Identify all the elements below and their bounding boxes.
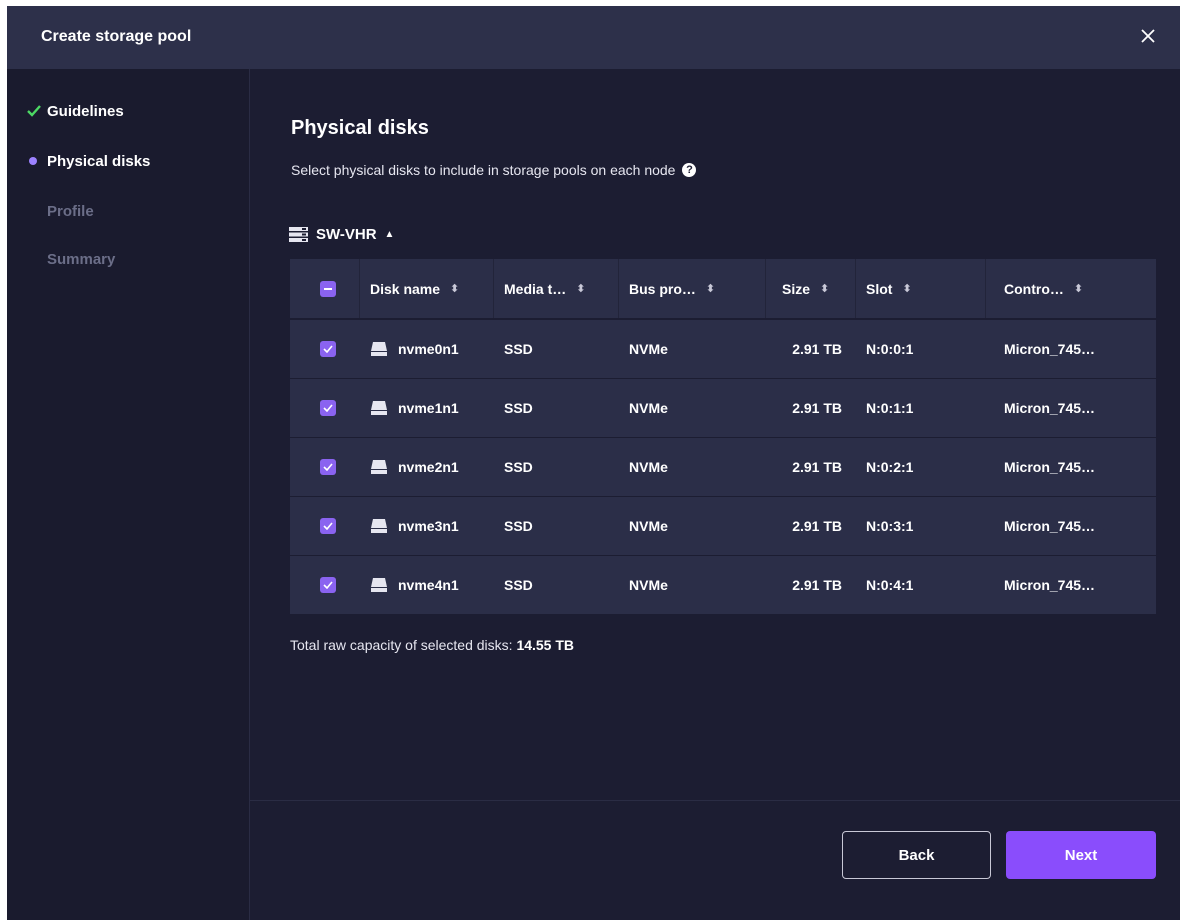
back-button[interactable]: Back bbox=[842, 831, 991, 879]
disk-name: nvme4n1 bbox=[398, 577, 459, 593]
disk-slot: N:0:2:1 bbox=[866, 459, 914, 475]
row-checkbox[interactable] bbox=[320, 518, 336, 534]
media-type: SSD bbox=[504, 341, 533, 357]
close-icon bbox=[1141, 29, 1155, 43]
dialog-header: Create storage pool bbox=[7, 6, 1180, 69]
disk-controller: Micron_745… bbox=[1004, 518, 1096, 534]
step-profile: Profile bbox=[47, 201, 94, 221]
disk-icon bbox=[371, 342, 387, 356]
disk-controller: Micron_745… bbox=[1004, 341, 1096, 357]
select-all-checkbox-cell bbox=[290, 259, 360, 318]
table-row[interactable]: nvme4n1 SSD NVMe 2.91 TB N:0:4:1 Micron_… bbox=[290, 555, 1156, 614]
table-row[interactable]: nvme0n1 SSD NVMe 2.91 TB N:0:0:1 Micron_… bbox=[290, 319, 1156, 378]
total-capacity-label: Total raw capacity of selected disks: bbox=[290, 637, 513, 653]
disk-icon bbox=[371, 401, 387, 415]
disk-slot: N:0:3:1 bbox=[866, 518, 914, 534]
create-storage-pool-dialog: Create storage pool Guidelines Physical … bbox=[7, 6, 1180, 920]
caret-up-icon: ▲ bbox=[384, 228, 395, 240]
disk-icon bbox=[371, 460, 387, 474]
column-size[interactable]: Size ⬍ bbox=[766, 259, 856, 318]
disk-slot: N:0:1:1 bbox=[866, 400, 914, 416]
sort-icon: ⬍ bbox=[902, 283, 912, 295]
bus-protocol: NVMe bbox=[629, 341, 668, 357]
disk-size: 2.91 TB bbox=[792, 518, 842, 534]
disk-size: 2.91 TB bbox=[792, 400, 842, 416]
column-slot[interactable]: Slot ⬍ bbox=[856, 259, 986, 318]
sort-icon: ⬍ bbox=[820, 283, 830, 295]
sort-icon: ⬍ bbox=[576, 283, 586, 295]
table-row[interactable]: nvme3n1 SSD NVMe 2.91 TB N:0:3:1 Micron_… bbox=[290, 496, 1156, 555]
step-label: Summary bbox=[47, 250, 116, 268]
subtitle-text: Select physical disks to include in stor… bbox=[291, 162, 676, 178]
main-content: Physical disks Select physical disks to … bbox=[250, 69, 1180, 799]
total-capacity: Total raw capacity of selected disks: 14… bbox=[290, 637, 574, 653]
media-type: SSD bbox=[504, 459, 533, 475]
media-type: SSD bbox=[504, 400, 533, 416]
close-button[interactable] bbox=[1132, 20, 1164, 52]
disk-controller: Micron_745… bbox=[1004, 577, 1096, 593]
sort-icon: ⬍ bbox=[450, 283, 460, 295]
server-icon bbox=[289, 226, 308, 242]
step-label: Guidelines bbox=[47, 102, 124, 120]
sort-icon: ⬍ bbox=[1073, 283, 1084, 295]
page-subtitle: Select physical disks to include in stor… bbox=[291, 162, 697, 178]
disk-icon bbox=[371, 578, 387, 592]
disk-size: 2.91 TB bbox=[792, 341, 842, 357]
step-guidelines[interactable]: Guidelines bbox=[27, 101, 124, 121]
disk-name: nvme2n1 bbox=[398, 459, 459, 475]
row-checkbox[interactable] bbox=[320, 400, 336, 416]
disk-name: nvme1n1 bbox=[398, 400, 459, 416]
disk-slot: N:0:0:1 bbox=[866, 341, 914, 357]
select-all-checkbox[interactable] bbox=[320, 280, 336, 297]
bus-protocol: NVMe bbox=[629, 577, 668, 593]
total-capacity-value: 14.55 TB bbox=[516, 637, 575, 653]
dot-icon bbox=[29, 157, 37, 165]
dialog-footer: Back Next bbox=[250, 800, 1180, 920]
step-summary: Summary bbox=[47, 249, 115, 269]
row-checkbox[interactable] bbox=[320, 459, 336, 475]
row-checkbox[interactable] bbox=[320, 577, 336, 593]
table-row[interactable]: nvme1n1 SSD NVMe 2.91 TB N:0:1:1 Micron_… bbox=[290, 378, 1156, 437]
next-button[interactable]: Next bbox=[1006, 831, 1156, 879]
row-checkbox[interactable] bbox=[320, 341, 336, 357]
page-title: Physical disks bbox=[291, 117, 429, 139]
disk-name: nvme0n1 bbox=[398, 341, 459, 357]
wizard-steps: Guidelines Physical disks Profile Summar… bbox=[7, 69, 250, 920]
media-type: SSD bbox=[504, 518, 533, 534]
media-type: SSD bbox=[504, 577, 533, 593]
disk-size: 2.91 TB bbox=[792, 577, 842, 593]
step-label: Physical disks bbox=[47, 152, 151, 170]
help-icon[interactable]: ? bbox=[682, 163, 697, 177]
column-disk-name[interactable]: Disk name ⬍ bbox=[360, 259, 494, 318]
bus-protocol: NVMe bbox=[629, 400, 668, 416]
table-header: Disk name ⬍ Media t… ⬍ Bus pro… ⬍ Size ⬍ Slo… bbox=[290, 259, 1156, 319]
disks-table: Disk name ⬍ Media t… ⬍ Bus pro… ⬍ Size ⬍ Slo… bbox=[290, 259, 1156, 614]
bus-protocol: NVMe bbox=[629, 518, 668, 534]
column-bus-protocol[interactable]: Bus pro… ⬍ bbox=[619, 259, 766, 318]
bus-protocol: NVMe bbox=[629, 459, 668, 475]
disk-controller: Micron_745… bbox=[1004, 400, 1096, 416]
disk-icon bbox=[371, 519, 387, 533]
step-physical-disks[interactable]: Physical disks bbox=[27, 151, 150, 171]
table-row[interactable]: nvme2n1 SSD NVMe 2.91 TB N:0:2:1 Micron_… bbox=[290, 437, 1156, 496]
step-label: Profile bbox=[47, 202, 94, 220]
disk-name: nvme3n1 bbox=[398, 518, 459, 534]
disk-size: 2.91 TB bbox=[792, 459, 842, 475]
disk-controller: Micron_745… bbox=[1004, 459, 1096, 475]
node-toggle[interactable]: SW-VHR ▲ bbox=[289, 224, 394, 244]
disk-slot: N:0:4:1 bbox=[866, 577, 914, 593]
dialog-title: Create storage pool bbox=[41, 28, 192, 45]
checkmark-icon bbox=[27, 105, 47, 117]
column-media-type[interactable]: Media t… ⬍ bbox=[494, 259, 619, 318]
column-controller[interactable]: Contro… ⬍ bbox=[986, 259, 1156, 318]
node-name: SW-VHR bbox=[316, 225, 377, 243]
sort-icon: ⬍ bbox=[705, 283, 716, 295]
